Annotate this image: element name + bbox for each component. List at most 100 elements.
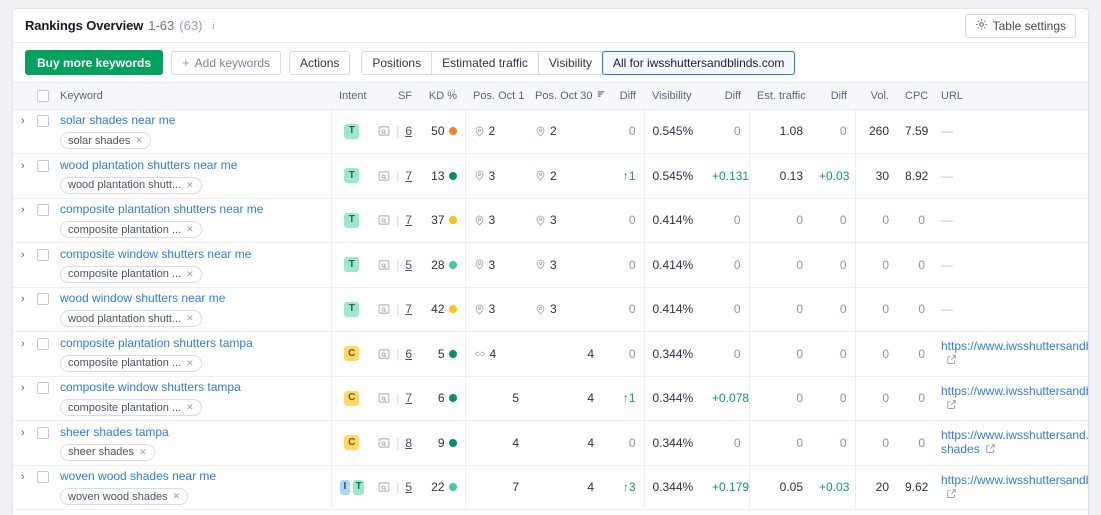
expand-row-chevron-icon[interactable]: › bbox=[21, 381, 35, 395]
column-header-cpc[interactable]: CPC bbox=[897, 83, 933, 110]
serp-features-icon[interactable] bbox=[378, 259, 390, 271]
serp-features-icon[interactable] bbox=[378, 481, 390, 493]
table-row[interactable]: › wood plantation shutters near me wood pl… bbox=[13, 153, 1088, 199]
external-link-icon[interactable] bbox=[985, 443, 996, 457]
serp-features-icon[interactable] bbox=[378, 125, 390, 137]
column-header-vis[interactable]: Visibility bbox=[644, 83, 704, 110]
keyword-tag[interactable]: composite plantation ... ✕ bbox=[60, 354, 202, 372]
serp-features-icon[interactable] bbox=[378, 437, 390, 449]
segment-visibility[interactable]: Visibility bbox=[538, 50, 604, 75]
expand-row-chevron-icon[interactable]: › bbox=[21, 292, 35, 306]
intent-badge-t[interactable]: T bbox=[344, 123, 360, 139]
remove-tag-icon[interactable]: ✕ bbox=[186, 313, 194, 324]
intent-badge-t[interactable]: T bbox=[353, 479, 364, 495]
external-link-icon[interactable] bbox=[946, 354, 957, 368]
keyword-link[interactable]: sheer shades tampa bbox=[60, 425, 323, 440]
serp-features-icon[interactable] bbox=[378, 392, 390, 404]
column-header-sf[interactable]: SF bbox=[372, 83, 420, 110]
serp-features-icon[interactable] bbox=[378, 170, 390, 182]
row-checkbox[interactable] bbox=[37, 471, 49, 484]
remove-tag-icon[interactable]: ✕ bbox=[186, 180, 194, 191]
serp-features-icon[interactable] bbox=[378, 214, 390, 226]
add-keywords-button[interactable]: + Add keywords bbox=[171, 50, 282, 75]
table-row[interactable]: › sheer shades tampa sheer shades ✕ C | 8 9 4 4 0 0… bbox=[13, 420, 1088, 466]
table-row[interactable]: › solar shades near me solar shades ✕ T | 6 50 2… bbox=[13, 109, 1088, 154]
expand-row-chevron-icon[interactable]: › bbox=[21, 203, 35, 217]
intent-badge-t[interactable]: T bbox=[344, 212, 360, 228]
sf-value[interactable]: 8 bbox=[405, 436, 412, 450]
keyword-tag[interactable]: sheer shades ✕ bbox=[60, 443, 155, 461]
serp-features-icon[interactable] bbox=[378, 348, 390, 360]
keyword-link[interactable]: composite window shutters near me bbox=[60, 247, 323, 262]
actions-button[interactable]: Actions bbox=[289, 50, 351, 75]
remove-tag-icon[interactable]: ✕ bbox=[186, 269, 194, 280]
sf-value[interactable]: 7 bbox=[405, 391, 412, 405]
remove-tag-icon[interactable]: ✕ bbox=[135, 135, 143, 146]
table-row[interactable]: › composite window shutters tampa composit… bbox=[13, 376, 1088, 421]
sf-value[interactable]: 7 bbox=[405, 213, 412, 227]
sf-value[interactable]: 5 bbox=[405, 258, 412, 272]
remove-tag-icon[interactable]: ✕ bbox=[186, 402, 194, 413]
column-header-traffic[interactable]: Est. traffic bbox=[749, 83, 811, 110]
intent-badge-c[interactable]: C bbox=[344, 346, 360, 362]
row-checkbox[interactable] bbox=[37, 204, 49, 217]
keyword-tag[interactable]: wood plantation shutt... ✕ bbox=[60, 310, 202, 328]
column-header-vol[interactable]: Vol. bbox=[855, 83, 897, 110]
row-checkbox[interactable] bbox=[37, 382, 49, 395]
table-row[interactable]: › woven wood shades near me woven wood sha… bbox=[13, 465, 1088, 510]
result-url-link[interactable]: https://www.iwsshuttersandblinds.com/ bbox=[941, 473, 1088, 487]
column-header-keyword[interactable]: Keyword bbox=[13, 83, 331, 110]
column-header-kd[interactable]: KD % bbox=[420, 83, 465, 110]
serp-features-icon[interactable] bbox=[378, 303, 390, 315]
remove-tag-icon[interactable]: ✕ bbox=[139, 447, 147, 458]
intent-badge-t[interactable]: T bbox=[344, 257, 360, 273]
intent-badge-c[interactable]: C bbox=[344, 390, 360, 406]
segment-all-for-iwsshuttersandblinds-com[interactable]: All for iwsshuttersandblinds.com bbox=[602, 50, 796, 75]
buy-more-keywords-button[interactable]: Buy more keywords bbox=[25, 50, 164, 75]
external-link-icon[interactable] bbox=[946, 488, 957, 502]
result-url-link[interactable]: https://www.iwsshuttersandblinds.com/ bbox=[941, 384, 1088, 398]
intent-badge-t[interactable]: T bbox=[344, 301, 360, 317]
column-header-url[interactable]: URL bbox=[933, 83, 1088, 110]
intent-badge-i[interactable]: I bbox=[339, 479, 351, 495]
keyword-link[interactable]: composite plantation shutters near me bbox=[60, 202, 323, 217]
sf-value[interactable]: 6 bbox=[405, 347, 412, 361]
table-row[interactable]: › composite plantation shutters tampa comp… bbox=[13, 331, 1088, 377]
expand-row-chevron-icon[interactable]: › bbox=[21, 159, 35, 173]
keyword-tag[interactable]: woven wood shades ✕ bbox=[60, 488, 189, 506]
keyword-link[interactable]: wood plantation shutters near me bbox=[60, 158, 323, 173]
keyword-link[interactable]: wood window shutters near me bbox=[60, 291, 323, 306]
column-header-intent[interactable]: Intent bbox=[331, 83, 372, 110]
row-checkbox[interactable] bbox=[37, 426, 49, 439]
table-row[interactable]: › wood window shutters near me wood planta… bbox=[13, 287, 1088, 332]
select-all-checkbox[interactable] bbox=[37, 89, 49, 102]
column-header-pos30[interactable]: Pos. Oct 30 bbox=[527, 83, 605, 110]
row-checkbox[interactable] bbox=[37, 248, 49, 261]
table-row[interactable]: › composite plantation shutters near me co… bbox=[13, 198, 1088, 243]
keyword-tag[interactable]: composite plantation ... ✕ bbox=[60, 399, 202, 417]
sf-value[interactable]: 7 bbox=[405, 169, 412, 183]
expand-row-chevron-icon[interactable]: › bbox=[21, 337, 35, 351]
keyword-tag[interactable]: solar shades ✕ bbox=[60, 132, 151, 150]
expand-row-chevron-icon[interactable]: › bbox=[21, 470, 35, 484]
result-url-link[interactable]: https://www.iwsshuttersandblinds.com/ bbox=[941, 339, 1088, 353]
result-url-link[interactable]: https://www.iwsshuttersand.../sheer-shad… bbox=[941, 428, 1088, 456]
row-checkbox[interactable] bbox=[37, 159, 49, 172]
remove-tag-icon[interactable]: ✕ bbox=[173, 491, 181, 502]
remove-tag-icon[interactable]: ✕ bbox=[186, 224, 194, 235]
keyword-tag[interactable]: composite plantation ... ✕ bbox=[60, 221, 202, 239]
row-checkbox[interactable] bbox=[37, 115, 49, 128]
keyword-link[interactable]: composite plantation shutters tampa bbox=[60, 336, 323, 351]
sort-icon[interactable] bbox=[596, 89, 606, 102]
info-icon[interactable]: i bbox=[207, 20, 219, 32]
sf-value[interactable]: 7 bbox=[405, 302, 412, 316]
row-checkbox[interactable] bbox=[37, 293, 49, 306]
table-row[interactable]: › composite window shutters near me compos… bbox=[13, 242, 1088, 288]
segment-estimated-traffic[interactable]: Estimated traffic bbox=[432, 50, 539, 75]
row-checkbox[interactable] bbox=[37, 337, 49, 350]
keyword-tag[interactable]: composite plantation ... ✕ bbox=[60, 265, 202, 283]
remove-tag-icon[interactable]: ✕ bbox=[186, 358, 194, 369]
expand-row-chevron-icon[interactable]: › bbox=[21, 114, 35, 128]
keyword-tag[interactable]: wood plantation shutt... ✕ bbox=[60, 176, 202, 194]
table-settings-button[interactable]: Table settings bbox=[964, 13, 1076, 38]
